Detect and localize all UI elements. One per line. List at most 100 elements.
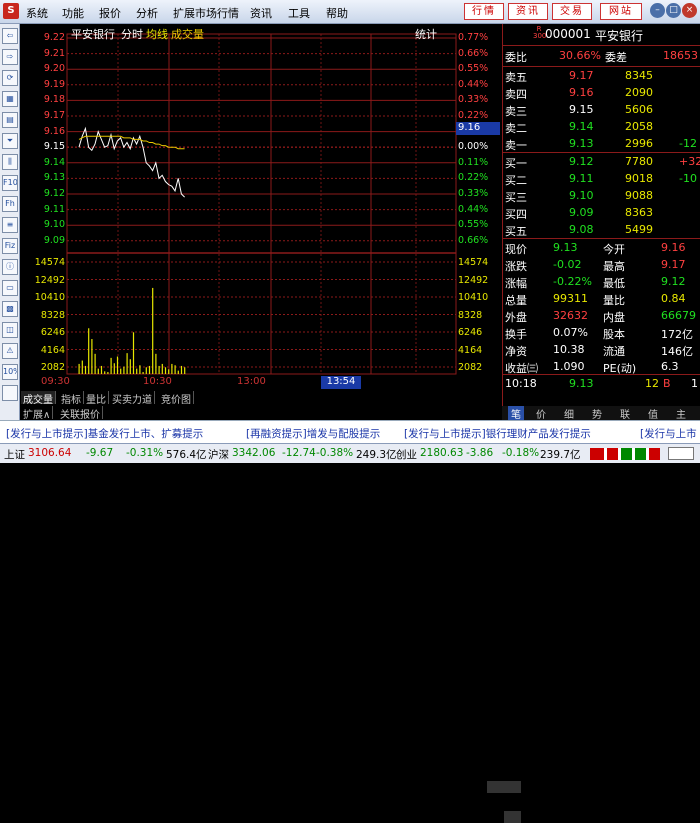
- volume-bar: [161, 363, 163, 374]
- fh-icon[interactable]: Fh: [2, 196, 18, 212]
- stat-row[interactable]: 换手 0.07% 股本 172亿: [503, 325, 700, 342]
- tab-buy-sell-power[interactable]: 买卖力道: [110, 391, 155, 406]
- refresh-icon[interactable]: ⟳: [2, 70, 18, 86]
- cy-index: 2180.63: [420, 447, 464, 459]
- indicator-scrollbar[interactable]: [487, 781, 521, 793]
- menu-info[interactable]: 资讯: [250, 5, 272, 21]
- formula-icon[interactable]: ≡: [2, 217, 18, 233]
- detail-tab[interactable]: 笔: [508, 406, 524, 421]
- extension-scrollbar[interactable]: [504, 811, 521, 823]
- tab-volume-ratio[interactable]: 量比: [84, 391, 109, 406]
- intraday-chart[interactable]: 平安银行 分时 均线 成交量 统计 9.22 0.77% 9.21 0.66% 9.20…: [21, 24, 501, 390]
- app-logo-icon[interactable]: S: [3, 3, 19, 19]
- bid-row[interactable]: 买四 9.09 8363: [503, 205, 700, 222]
- stat-label: 外盘: [505, 311, 527, 324]
- tab-indicator[interactable]: 指标: [59, 391, 84, 406]
- volume-tick: 4164: [40, 344, 65, 356]
- chart-icon[interactable]: ▦: [2, 91, 18, 107]
- tab-extend[interactable]: 扩展∧: [21, 406, 54, 421]
- stat-row[interactable]: 净资 10.38 流通 146亿: [503, 342, 700, 359]
- pen-icon[interactable]: [2, 385, 18, 401]
- sz-index: 3342.06: [232, 447, 276, 459]
- candle-icon[interactable]: ⫼: [2, 154, 18, 170]
- maximize-icon[interactable]: □: [666, 3, 681, 18]
- bid-row[interactable]: 买五 9.08 5499: [503, 222, 700, 239]
- stat-row[interactable]: 收益㈢ 1.090 PE(动) 6.3: [503, 359, 700, 376]
- stat-row[interactable]: 涨幅 -0.22% 最低 9.12: [503, 274, 700, 291]
- bid-label: 买二: [505, 174, 527, 187]
- board-icon[interactable]: ▤: [2, 112, 18, 128]
- tab-volume[interactable]: 成交量: [21, 391, 56, 406]
- menu-tools[interactable]: 工具: [288, 5, 310, 21]
- volume-bar: [107, 371, 109, 374]
- tab-auction-chart[interactable]: 竞价图: [159, 391, 194, 406]
- info-icon[interactable]: ⓘ: [2, 259, 18, 275]
- ask-row[interactable]: 卖五 9.17 8345: [503, 68, 700, 85]
- bid-row[interactable]: 买一 9.12 7780 +32: [503, 154, 700, 171]
- pct-tick: 0.11%: [458, 156, 489, 168]
- ask-row[interactable]: 卖二 9.14 2058: [503, 119, 700, 136]
- chart-canvas[interactable]: [21, 24, 501, 390]
- stat-row[interactable]: 现价 9.13 今开 9.16: [503, 240, 700, 257]
- ask-volume: 2090: [625, 86, 653, 99]
- quote-button[interactable]: 行情: [464, 3, 504, 20]
- bid-row[interactable]: 买三 9.10 9088: [503, 188, 700, 205]
- chart-mode-label[interactable]: 分时: [121, 26, 143, 42]
- menu-function[interactable]: 功能: [62, 5, 84, 21]
- trade-button[interactable]: 交易: [552, 3, 592, 20]
- f10-icon[interactable]: F10: [2, 175, 18, 191]
- stat-value: 0.84: [661, 292, 686, 305]
- grid-icon[interactable]: ▩: [2, 301, 18, 317]
- detail-tab[interactable]: 值: [648, 406, 658, 421]
- menu-analysis[interactable]: 分析: [136, 5, 158, 21]
- ask-row[interactable]: 卖一 9.13 2996 -12: [503, 136, 700, 153]
- tick-row: 10:18 9.13 12 B 1: [503, 376, 700, 393]
- chart-stats-button[interactable]: 统计: [415, 26, 437, 42]
- ask-row[interactable]: 卖四 9.16 2090: [503, 85, 700, 102]
- menu-extended-market[interactable]: 扩展市场行情: [173, 5, 239, 21]
- cy-label[interactable]: 创业: [396, 447, 417, 462]
- news-item-4[interactable]: [发行与上市: [640, 426, 697, 441]
- website-button[interactable]: 网站: [600, 3, 642, 20]
- stat-label: 涨幅: [505, 277, 527, 290]
- stat-row[interactable]: 外盘 32632 内盘 66679: [503, 308, 700, 325]
- market-badge: R 300: [533, 25, 547, 40]
- pct-tick: 0.55%: [458, 219, 489, 231]
- menu-quote[interactable]: 报价: [99, 5, 121, 21]
- stat-row[interactable]: 总量 99311 量比 0.84: [503, 291, 700, 308]
- pct-icon[interactable]: 10%: [2, 364, 18, 380]
- news-item-3[interactable]: [发行与上市提示]银行理财产品发行提示: [404, 426, 591, 441]
- news-item-1[interactable]: [发行与上市提示]基金发行上市、扩募提示: [6, 426, 203, 441]
- stat-row[interactable]: 涨跌 -0.02 最高 9.17: [503, 257, 700, 274]
- forward-arrow-icon[interactable]: ⇨: [2, 49, 18, 65]
- screen-icon[interactable]: ▭: [2, 280, 18, 296]
- fiz-icon[interactable]: Fiz: [2, 238, 18, 254]
- minimize-icon[interactable]: –: [650, 3, 665, 18]
- detail-tab[interactable]: 主: [676, 406, 686, 421]
- volume-bar: [171, 363, 173, 374]
- ask-row[interactable]: 卖三 9.15 5606: [503, 102, 700, 119]
- tab-related-quotes[interactable]: 关联报价: [58, 406, 103, 421]
- pct-tick: 0.66%: [458, 234, 489, 246]
- detail-tab[interactable]: 价: [536, 406, 546, 421]
- detail-tab[interactable]: 细: [564, 406, 574, 421]
- back-arrow-icon[interactable]: ⇦: [2, 28, 18, 44]
- weibi-label: 委比: [505, 51, 527, 64]
- volume-bar: [139, 365, 141, 374]
- bid-row[interactable]: 买二 9.11 9018 -10: [503, 171, 700, 188]
- menu-system[interactable]: 系统: [26, 5, 48, 21]
- connection-status-icon[interactable]: [668, 447, 694, 460]
- info-button[interactable]: 资讯: [508, 3, 548, 20]
- detail-tab[interactable]: 联: [620, 406, 630, 421]
- volume-bar: [158, 365, 160, 374]
- menu-help[interactable]: 帮助: [326, 5, 348, 21]
- news-item-2[interactable]: [再融资提示]增发与配股提示: [246, 426, 380, 441]
- close-icon[interactable]: ×: [682, 3, 697, 18]
- detail-tab[interactable]: 势: [592, 406, 602, 421]
- alarm-icon[interactable]: ⚠: [2, 343, 18, 359]
- chart-frame: [66, 33, 457, 375]
- monitor-icon[interactable]: ◫: [2, 322, 18, 338]
- sz-label[interactable]: 沪深: [208, 447, 229, 462]
- kline-icon[interactable]: ⏷: [2, 133, 18, 149]
- sh-label[interactable]: 上证: [4, 447, 25, 462]
